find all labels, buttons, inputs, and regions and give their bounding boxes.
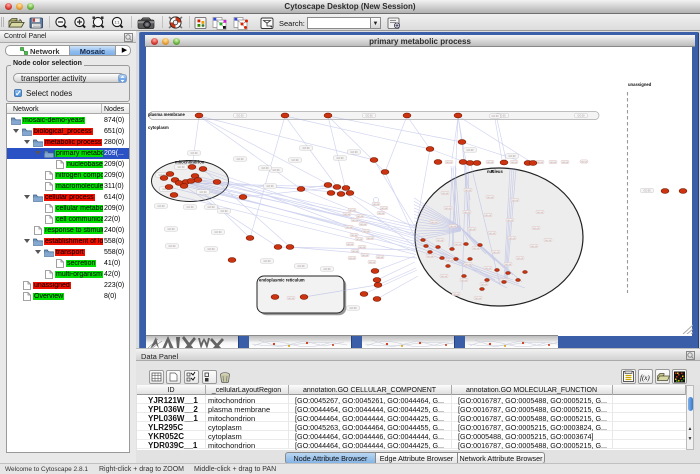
svg-text:endoplasmic reticulum: endoplasmic reticulum — [259, 278, 305, 283]
svg-text:GO:00: GO:00 — [367, 238, 374, 240]
svg-text:GO:00: GO:00 — [453, 294, 460, 296]
svg-text:GO:00: GO:00 — [336, 157, 344, 160]
svg-text:GO:00: GO:00 — [461, 280, 468, 282]
svg-text:GO:00: GO:00 — [350, 151, 358, 154]
svg-text:GO:00: GO:00 — [207, 206, 215, 209]
svg-text:GO:00: GO:00 — [485, 215, 492, 217]
svg-text:GO:00: GO:00 — [349, 210, 356, 212]
svg-text:GO:00: GO:00 — [489, 233, 496, 235]
svg-text:GO:00: GO:00 — [365, 115, 373, 118]
svg-text:GO:00: GO:00 — [186, 206, 194, 209]
svg-text:GO:00: GO:00 — [431, 222, 438, 224]
svg-text:GO:00: GO:00 — [344, 214, 351, 216]
svg-text:GO:00: GO:00 — [266, 185, 274, 188]
svg-text:GO:00: GO:00 — [356, 239, 363, 241]
svg-text:GO:00: GO:00 — [427, 256, 434, 258]
svg-text:GO:00: GO:00 — [442, 193, 449, 195]
svg-text:GO:00: GO:00 — [359, 247, 366, 249]
svg-text:GO:00: GO:00 — [469, 229, 476, 231]
svg-text:GO:00: GO:00 — [466, 149, 474, 152]
svg-text:GO:00: GO:00 — [352, 220, 359, 222]
svg-text:GO:00: GO:00 — [481, 284, 488, 286]
svg-text:GO:00: GO:00 — [508, 155, 516, 158]
svg-text:GO:00: GO:00 — [351, 235, 358, 237]
svg-text:GO:00: GO:00 — [347, 244, 354, 246]
svg-text:GO:00: GO:00 — [485, 268, 492, 270]
svg-text:GO:00: GO:00 — [643, 190, 651, 193]
svg-text:GO:00: GO:00 — [455, 244, 462, 246]
svg-text:GO:00: GO:00 — [369, 262, 376, 264]
svg-text:GO:00: GO:00 — [272, 169, 280, 172]
svg-text:GO:00: GO:00 — [363, 231, 370, 233]
svg-text:GO:00: GO:00 — [381, 208, 388, 210]
svg-text:GO:00: GO:00 — [445, 208, 452, 210]
svg-text:GO:00: GO:00 — [190, 152, 198, 155]
svg-text:GO:00: GO:00 — [378, 213, 385, 215]
svg-text:GO:00: GO:00 — [360, 224, 367, 226]
svg-text:GO:00: GO:00 — [447, 260, 454, 262]
svg-text:GO:00: GO:00 — [349, 307, 357, 310]
svg-text:GO:00: GO:00 — [297, 265, 305, 268]
svg-text:GO:00: GO:00 — [531, 246, 538, 248]
svg-text:GO:00: GO:00 — [236, 115, 244, 118]
svg-text:GO:00: GO:00 — [509, 238, 516, 240]
svg-text:GO:00: GO:00 — [511, 162, 518, 164]
svg-text:GO:00: GO:00 — [537, 162, 544, 164]
svg-text:GO:00: GO:00 — [562, 162, 569, 164]
svg-text:GO:00: GO:00 — [491, 115, 499, 118]
svg-text:unassigned: unassigned — [628, 82, 652, 87]
svg-text:GO:00: GO:00 — [475, 298, 482, 300]
svg-text:GO:00: GO:00 — [505, 264, 512, 266]
svg-text:GO:00: GO:00 — [487, 197, 494, 199]
svg-text:f(x): f(x) — [640, 374, 650, 382]
svg-text:GO:00: GO:00 — [214, 231, 222, 234]
svg-text:cytoplasm: cytoplasm — [148, 125, 169, 130]
svg-text:GO:00: GO:00 — [157, 205, 165, 208]
svg-text:GO:00: GO:00 — [346, 227, 353, 229]
svg-text:GO:00: GO:00 — [493, 252, 500, 254]
svg-text:GO:00: GO:00 — [537, 212, 544, 214]
svg-text:GO:00: GO:00 — [207, 248, 215, 251]
svg-text:GO:00: GO:00 — [349, 258, 356, 260]
svg-text:mitochondrion: mitochondrion — [175, 160, 205, 165]
svg-text:GO:00: GO:00 — [263, 260, 271, 263]
svg-text:GO:00: GO:00 — [291, 159, 299, 162]
svg-text:1:1: 1:1 — [115, 21, 120, 25]
svg-text:GO:00: GO:00 — [362, 255, 369, 257]
svg-text:GO:00: GO:00 — [288, 298, 295, 300]
svg-text:GO:00: GO:00 — [550, 162, 557, 164]
svg-text:GO:00: GO:00 — [450, 226, 457, 228]
svg-text:GO:00: GO:00 — [517, 258, 524, 260]
svg-text:GO:00: GO:00 — [357, 216, 364, 218]
svg-text:GO:00: GO:00 — [323, 268, 331, 271]
svg-text:GO:00: GO:00 — [533, 228, 540, 230]
svg-text:GO:00: GO:00 — [446, 162, 453, 164]
svg-text:nucleus: nucleus — [487, 169, 503, 174]
svg-text:GO:00: GO:00 — [473, 248, 480, 250]
svg-text:GO:00: GO:00 — [352, 251, 359, 253]
svg-text:GO:00: GO:00 — [168, 245, 176, 248]
svg-text:GO:00: GO:00 — [464, 212, 471, 214]
svg-text:GO:00: GO:00 — [465, 190, 472, 192]
svg-text:GO:00: GO:00 — [220, 210, 228, 213]
svg-text:GO:00: GO:00 — [167, 228, 175, 231]
svg-text:GO:00: GO:00 — [177, 166, 185, 169]
svg-text:GO:00: GO:00 — [507, 220, 514, 222]
svg-text:GO:00: GO:00 — [487, 162, 494, 164]
svg-text:GO:00: GO:00 — [581, 162, 588, 164]
svg-text:GO:00: GO:00 — [261, 167, 269, 170]
svg-text:GO:00: GO:00 — [373, 204, 380, 206]
svg-text:GO:00: GO:00 — [302, 147, 310, 150]
svg-text:GO:00: GO:00 — [377, 257, 384, 259]
svg-text:GO:00: GO:00 — [437, 240, 444, 242]
svg-text:GO:00: GO:00 — [236, 158, 244, 161]
svg-text:GO:00: GO:00 — [465, 264, 472, 266]
svg-text:plasma membrane: plasma membrane — [148, 112, 185, 117]
svg-text:GO:00: GO:00 — [199, 191, 207, 194]
svg-text:GO:00: GO:00 — [441, 276, 448, 278]
svg-text:GO:00: GO:00 — [545, 240, 552, 242]
svg-text:GO:00: GO:00 — [577, 115, 585, 118]
svg-text:GO:00: GO:00 — [512, 200, 519, 202]
